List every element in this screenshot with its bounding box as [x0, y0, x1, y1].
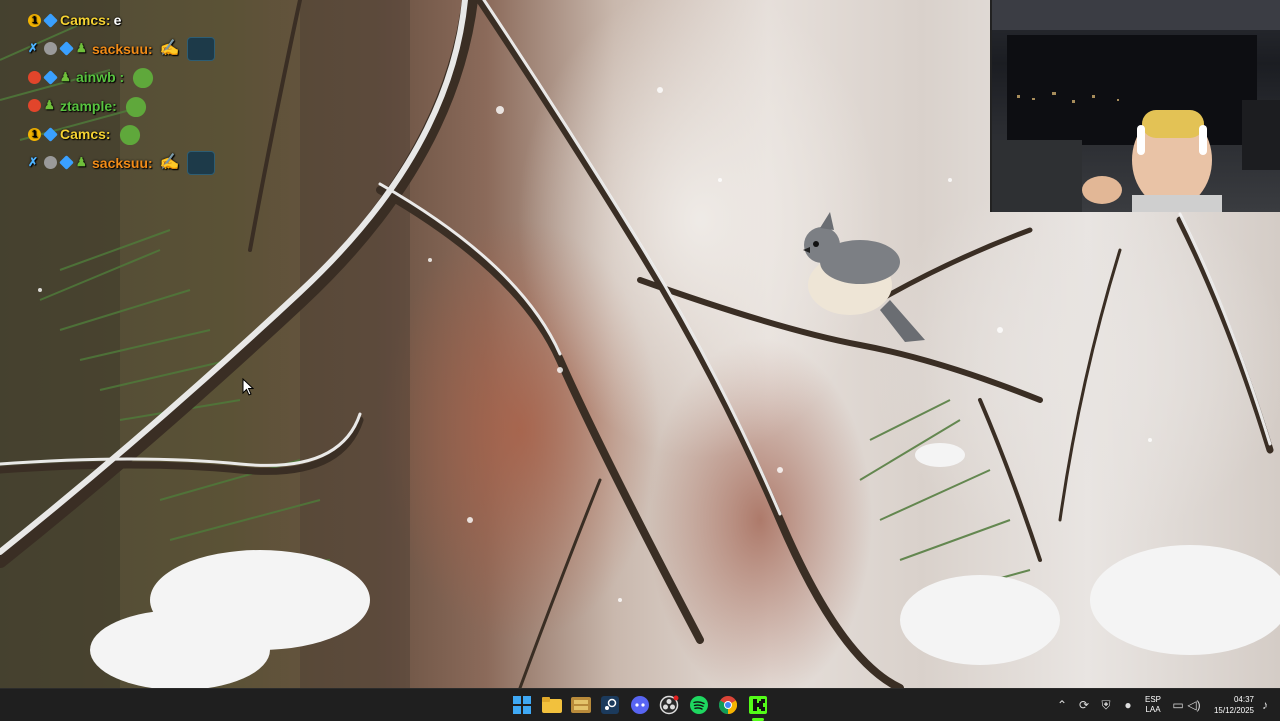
chat-username: ainwb : [76, 69, 125, 86]
frog-badge-icon: ♟ [60, 69, 71, 84]
sync-icon[interactable]: ⟳ [1076, 697, 1092, 713]
chat-message: ♟ ainwb : [28, 63, 248, 92]
obs-icon[interactable] [659, 695, 679, 715]
mouse-cursor-icon [242, 378, 254, 396]
chat-text: e [113, 12, 122, 29]
stream-chat-overlay: 1 Camcs: e ✗ ♟ sacksuu: ✍ ♟ ainwb : ♟ zt… [28, 6, 248, 177]
chat-message: ✗ ♟ sacksuu: ✍ [28, 149, 248, 178]
subscriber-badge-icon: 1 [28, 127, 41, 141]
language-code: ESP [1144, 695, 1161, 704]
chat-message: 1 Camcs: e [28, 6, 248, 35]
clock-time: 04:37 [1233, 695, 1254, 704]
microphone-icon[interactable]: ● [1120, 697, 1136, 713]
emote-icon [186, 36, 215, 61]
system-clock[interactable]: 04:37 15/12/2025 [1200, 694, 1254, 716]
gem-badge-icon [59, 41, 74, 57]
chat-message: ♟ ztample: [28, 92, 248, 121]
spotify-icon[interactable] [689, 695, 709, 715]
sword-badge-icon: ✗ [28, 155, 39, 170]
chat-username: sacksuu: [92, 154, 153, 171]
network-icon[interactable]: ▭ [1170, 697, 1186, 713]
windows-start-icon[interactable] [512, 695, 532, 715]
gray-badge-icon [44, 42, 57, 56]
taskbar: ⌃ ⟳ ⛨ ● ESP LAA ▭ ◁) 04:37 15/12/2025 ♪ [0, 688, 1280, 721]
gallery-icon[interactable] [571, 695, 591, 715]
discord-icon[interactable] [630, 695, 650, 715]
shield-icon[interactable]: ⛨ [1098, 697, 1114, 713]
red-badge-icon [28, 70, 41, 84]
sword-badge-icon: ✗ [28, 41, 39, 56]
chat-username: Camcs: [60, 126, 111, 143]
desktop-wallpaper: 1 Camcs: e ✗ ♟ sacksuu: ✍ ♟ ainwb : ♟ zt… [0, 0, 1280, 688]
red-badge-icon [28, 99, 41, 113]
file-explorer-icon[interactable] [542, 695, 562, 715]
sketch-emote-icon: ✍ [159, 153, 180, 171]
gem-badge-icon [43, 12, 58, 28]
frog-badge-icon: ♟ [76, 41, 87, 56]
language-indicator[interactable]: ESP LAA [1142, 695, 1164, 715]
kick-icon[interactable] [748, 695, 768, 715]
gem-badge-icon [43, 69, 58, 85]
steam-icon[interactable] [600, 695, 620, 715]
frog-emote-icon [122, 94, 149, 117]
frog-emote-icon [116, 123, 143, 146]
frog-emote-icon [130, 66, 157, 89]
webcam-feed [992, 0, 1280, 212]
gray-badge-icon [44, 156, 57, 170]
webcam-overlay [990, 0, 1280, 212]
sketch-emote-icon: ✍ [159, 39, 180, 57]
keyboard-layout: LAA [1145, 705, 1161, 714]
chevron-up-icon[interactable]: ⌃ [1054, 697, 1070, 713]
chat-username: ztample: [60, 97, 117, 114]
gem-badge-icon [43, 126, 58, 142]
frog-badge-icon: ♟ [44, 98, 55, 113]
frog-badge-icon: ♟ [76, 155, 87, 170]
subscriber-badge-icon: 1 [28, 13, 41, 27]
chat-message: ✗ ♟ sacksuu: ✍ [28, 35, 248, 64]
chat-message: 1 Camcs: [28, 120, 248, 149]
chat-username: Camcs: [60, 12, 111, 29]
gem-badge-icon [59, 155, 74, 171]
clock-date: 15/12/2025 [1213, 706, 1254, 715]
notification-bell-icon[interactable]: ♪ [1257, 697, 1273, 713]
bird [803, 212, 925, 342]
chat-username: sacksuu: [92, 40, 153, 57]
chrome-icon[interactable] [718, 695, 738, 715]
emote-icon [186, 150, 215, 175]
